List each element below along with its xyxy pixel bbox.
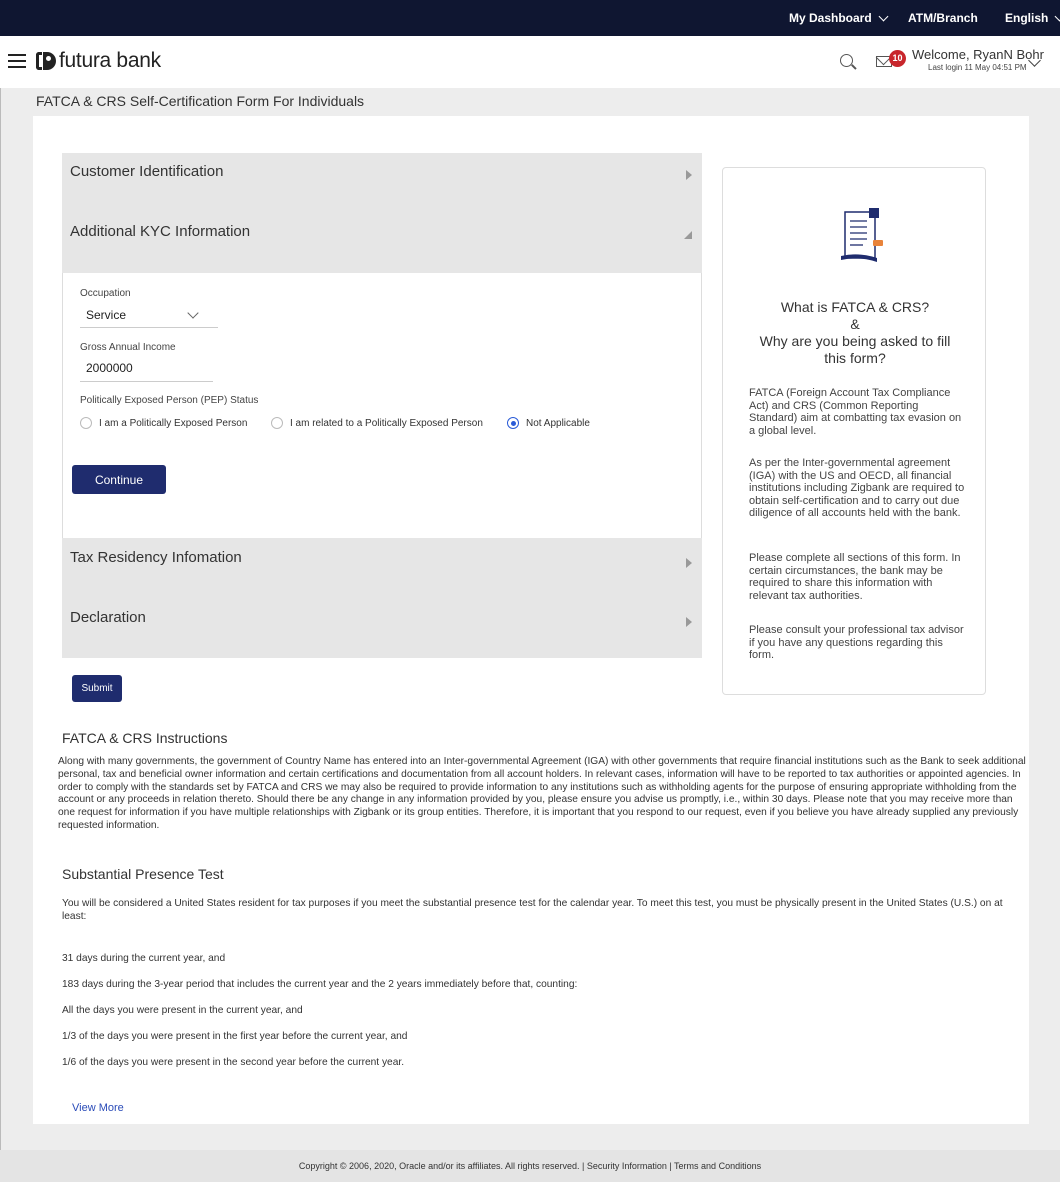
- income-label: Gross Annual Income: [80, 342, 176, 353]
- logo-mark-icon: [36, 50, 56, 72]
- info-heading-line1: What is FATCA & CRS?: [780, 299, 930, 315]
- presence-line: 183 days during the 3-year period that i…: [62, 979, 578, 990]
- language-label: English: [1005, 11, 1049, 25]
- caret-right-icon: [686, 170, 692, 180]
- continue-button[interactable]: Continue: [72, 465, 166, 494]
- presence-line: All the days you were present in the cur…: [62, 1005, 303, 1016]
- chevron-down-icon: [1054, 11, 1060, 21]
- info-paragraph: Please complete all sections of this for…: [749, 552, 961, 602]
- pep-not-applicable-label[interactable]: Not Applicable: [526, 418, 590, 429]
- presence-line: 31 days during the current year, and: [62, 953, 226, 964]
- welcome-text[interactable]: Welcome, RyanN Bohr: [912, 47, 1044, 62]
- section-additional-kyc[interactable]: Additional KYC Information: [62, 213, 702, 273]
- occupation-underline: [80, 327, 218, 328]
- section-tax-residency[interactable]: Tax Residency Infomation: [62, 538, 702, 598]
- income-underline: [80, 381, 213, 382]
- language-menu[interactable]: English: [1005, 11, 1060, 25]
- caret-right-icon: [686, 558, 692, 568]
- app-header: futura bank 10 Welcome, RyanN Bohr Last …: [0, 36, 1060, 88]
- brand-name: futura bank: [59, 49, 161, 72]
- info-paragraph: FATCA (Foreign Account Tax Compliance Ac…: [749, 387, 962, 437]
- presence-line: 1/3 of the days you were present in the …: [62, 1031, 408, 1042]
- info-heading-line3: Why are you being asked to fill: [759, 333, 951, 349]
- section-customer-identification[interactable]: Customer Identification: [62, 153, 702, 213]
- view-more-link[interactable]: View More: [72, 1102, 124, 1114]
- section-title: Customer Identification: [70, 163, 224, 180]
- section-title: Declaration: [70, 609, 146, 626]
- chevron-down-icon: [878, 11, 889, 21]
- info-heading-line4: this form?: [824, 350, 886, 366]
- caret-right-icon: [686, 617, 692, 627]
- document-scroll-icon: [841, 208, 883, 262]
- top-bar: My Dashboard ATM/Branch English: [0, 0, 1060, 36]
- section-title: Tax Residency Infomation: [70, 549, 242, 566]
- info-heading-line2: &: [850, 316, 860, 332]
- info-paragraph: Please consult your professional tax adv…: [749, 624, 964, 661]
- occupation-select[interactable]: Service: [86, 308, 126, 322]
- info-paragraph: As per the Inter-governmental agreement …: [749, 457, 965, 519]
- last-login-text: Last login 11 May 04:51 PM: [928, 63, 1027, 72]
- presence-heading: Substantial Presence Test: [62, 866, 224, 882]
- instructions-heading: FATCA & CRS Instructions: [62, 730, 228, 746]
- hamburger-menu-icon[interactable]: [8, 54, 26, 68]
- pep-label: Politically Exposed Person (PEP) Status: [80, 395, 259, 406]
- presence-line: 1/6 of the days you were present in the …: [62, 1057, 405, 1068]
- presence-intro: You will be considered a United States r…: [62, 898, 1003, 922]
- atm-branch-link[interactable]: ATM/Branch: [908, 11, 978, 25]
- instructions-body: Along with many governments, the governm…: [58, 756, 1026, 831]
- footer: Copyright © 2006, 2020, Oracle and/or it…: [0, 1150, 1060, 1182]
- pep-related-radio[interactable]: [271, 417, 283, 429]
- my-dashboard-label: My Dashboard: [789, 11, 872, 25]
- page-title: FATCA & CRS Self-Certification Form For …: [36, 93, 365, 109]
- search-icon[interactable]: [840, 54, 853, 67]
- pep-not-applicable-radio[interactable]: [507, 417, 519, 429]
- left-divider: [0, 88, 1, 1150]
- income-input[interactable]: 2000000: [86, 361, 133, 375]
- caret-expanded-icon: [684, 231, 692, 239]
- pep-option-label[interactable]: I am a Politically Exposed Person: [99, 418, 247, 429]
- pep-related-label[interactable]: I am related to a Politically Exposed Pe…: [290, 418, 483, 429]
- notification-badge[interactable]: 10: [889, 50, 906, 67]
- occupation-label: Occupation: [80, 288, 131, 299]
- section-title: Additional KYC Information: [70, 223, 251, 240]
- my-dashboard-menu[interactable]: My Dashboard: [789, 11, 889, 25]
- submit-button[interactable]: Submit: [72, 675, 122, 702]
- fatca-info-panel: What is FATCA & CRS? & Why are you being…: [722, 167, 986, 695]
- bank-logo[interactable]: futura bank: [36, 49, 161, 73]
- pep-option-radio[interactable]: [80, 417, 92, 429]
- section-declaration[interactable]: Declaration: [62, 598, 702, 658]
